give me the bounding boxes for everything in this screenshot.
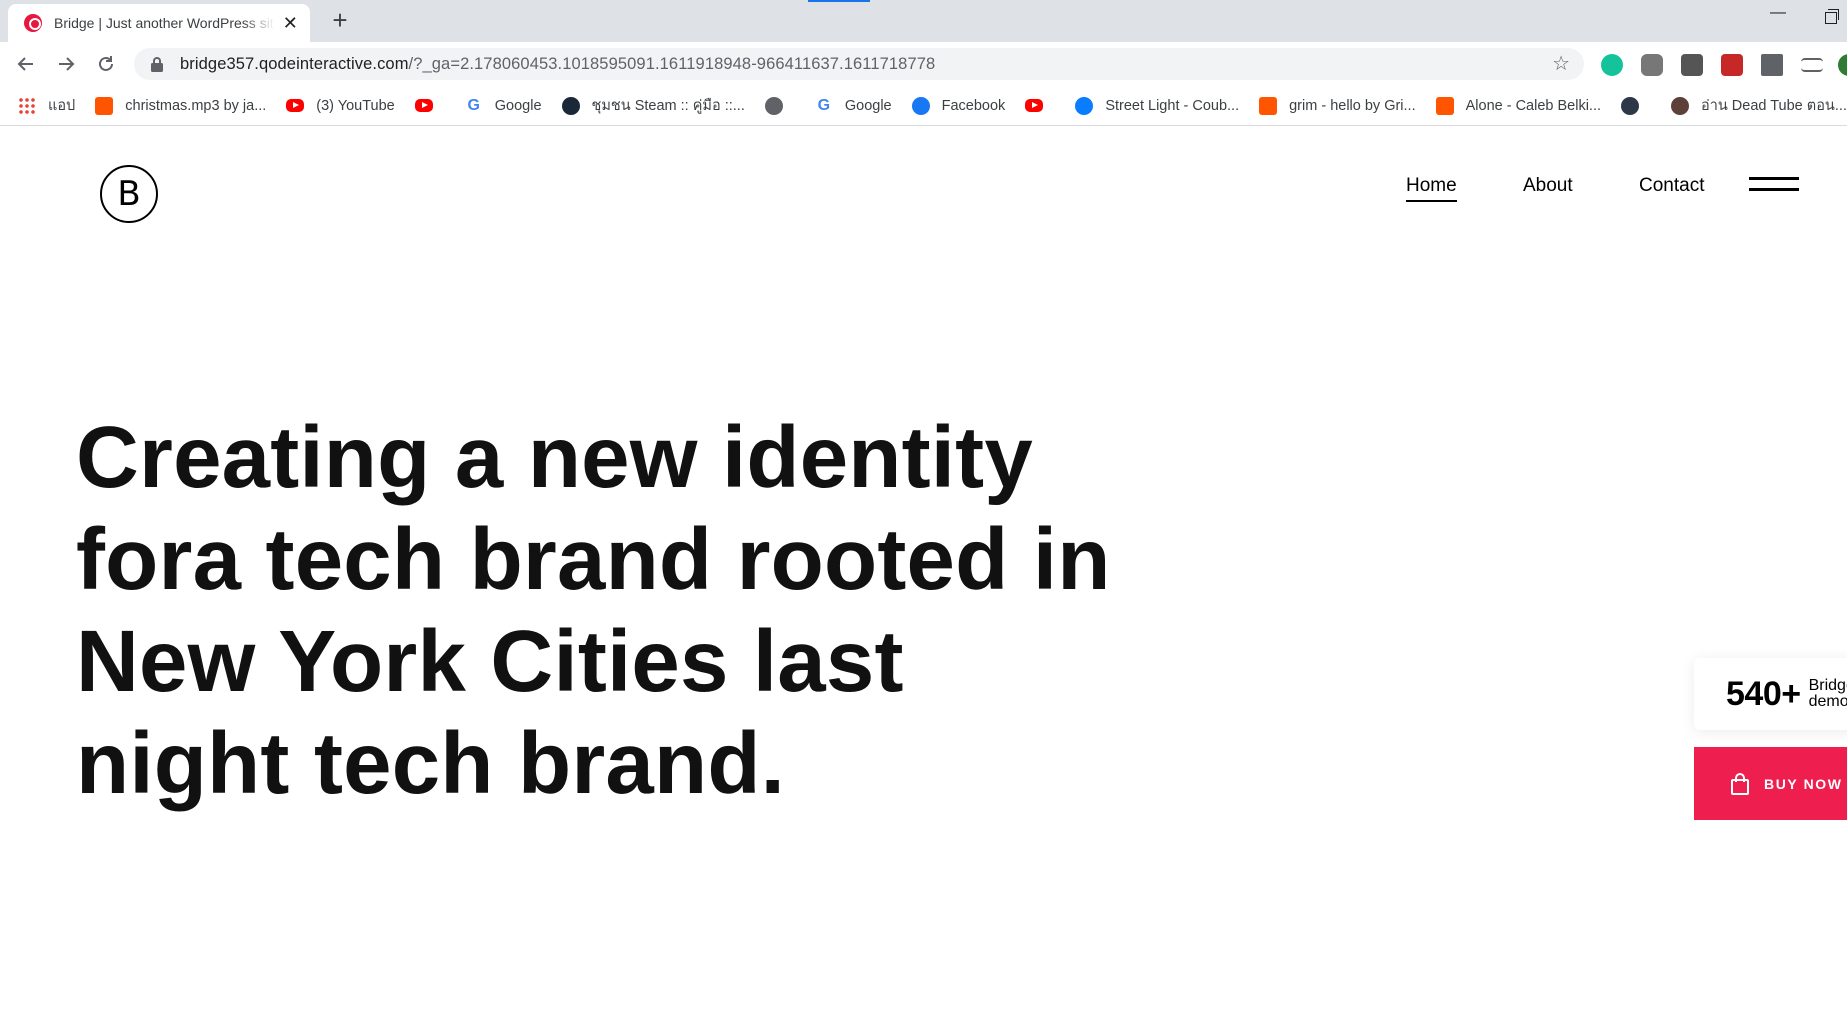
facebook-icon (911, 96, 930, 115)
bookmark-apps[interactable]: แอป (18, 94, 75, 117)
paw-icon (1671, 96, 1690, 115)
bookmark-google[interactable]: G Google (465, 97, 542, 115)
hero-heading: Creating a new identity fora tech brand … (76, 409, 1111, 812)
bookmark-label: grim - hello by Gri... (1289, 97, 1416, 114)
browser-tab[interactable]: Bridge | Just another WordPress site ✕ (8, 4, 310, 42)
reload-icon (99, 56, 113, 71)
nav-home-link[interactable]: Home (1406, 175, 1457, 202)
browser-toolbar: bridge357.qodeinteractive.com/?_ga=2.178… (0, 42, 1847, 86)
bookmark-dead-tube[interactable]: อ่าน Dead Tube ตอน... (1671, 94, 1847, 117)
bookmark-street-light[interactable]: Street Light - Coub... (1075, 96, 1240, 115)
youtube-icon (1025, 99, 1044, 112)
buy-now-button[interactable]: BUY NOW $ (1694, 747, 1847, 820)
buy-now-label: BUY NOW $ (1764, 775, 1847, 792)
forward-button[interactable] (52, 50, 80, 78)
forward-arrow-icon (59, 57, 75, 71)
soundcloud-icon (1435, 96, 1454, 115)
bookmark-grim[interactable]: grim - hello by Gri... (1259, 96, 1416, 115)
bookmark-youtube[interactable]: (3) YouTube (286, 97, 395, 114)
bookmark-label: Street Light - Coub... (1105, 97, 1240, 114)
youtube-icon (286, 99, 305, 112)
bridge-favicon-icon (24, 14, 42, 32)
globe-icon (764, 96, 783, 115)
website-page: B Home About Contact Creating a new iden… (0, 127, 1847, 1023)
messenger-icon (1075, 96, 1094, 115)
minimize-window-button[interactable]: — (1768, 4, 1788, 22)
demos-label: Bridge demos (1808, 677, 1847, 710)
bookmark-youtube-2[interactable] (414, 99, 445, 112)
url-text: bridge357.qodeinteractive.com/?_ga=2.178… (180, 55, 935, 74)
bookmark-label: Google (844, 97, 892, 114)
bookmark-facebook[interactable]: Facebook (911, 96, 1006, 115)
bookmarks-bar: แอป christmas.mp3 by ja... (3) YouTube G… (0, 86, 1847, 126)
new-tab-button[interactable]: + (326, 6, 354, 34)
tab-title: Bridge | Just another WordPress site (54, 15, 275, 31)
restore-window-button[interactable] (1825, 9, 1839, 24)
url-host: bridge357.qodeinteractive.com (180, 54, 409, 73)
bookmark-label: Google (494, 97, 542, 114)
bookmark-dark[interactable] (1621, 96, 1651, 115)
bookmark-steam[interactable]: ชุมชน Steam :: คู่มือ ::... (561, 94, 745, 117)
bookmark-label: Alone - Caleb Belki... (1465, 97, 1602, 114)
soundcloud-icon (95, 96, 114, 115)
media-queue-icon[interactable] (1801, 58, 1823, 72)
profile-avatar-icon[interactable] (1838, 54, 1847, 76)
apps-grid-icon (18, 96, 36, 115)
video-speed-extension-icon[interactable] (1721, 54, 1743, 76)
lock-icon (151, 57, 163, 72)
url-path: /?_ga=2.178060453.1018595091.1611918948-… (408, 54, 936, 73)
menu-hamburger-icon[interactable] (1749, 177, 1799, 197)
bookmark-alone[interactable]: Alone - Caleb Belki... (1435, 96, 1602, 115)
nav-contact-link[interactable]: Contact (1639, 175, 1704, 197)
demos-count-card[interactable]: 540+ Bridge demos (1694, 658, 1847, 730)
bookmark-christmas[interactable]: christmas.mp3 by ja... (95, 96, 267, 115)
bookmark-label: แอป (48, 98, 76, 114)
soundcloud-icon (1259, 96, 1278, 115)
bookmark-label: (3) YouTube (316, 97, 395, 114)
back-button[interactable] (12, 50, 40, 78)
bookmark-label: Facebook (941, 97, 1006, 114)
demos-count: 540+ (1726, 674, 1801, 713)
bookmark-youtube-3[interactable] (1025, 99, 1055, 112)
bookmark-globe[interactable] (764, 96, 795, 115)
main-navigation: Home About Contact (0, 175, 1847, 205)
extensions-puzzle-icon[interactable] (1761, 54, 1783, 76)
screenshot-extension-icon[interactable] (1681, 54, 1703, 76)
youtube-icon (414, 99, 433, 112)
grammarly-extension-icon[interactable] (1601, 54, 1623, 76)
bookmark-google-2[interactable]: G Google (815, 97, 892, 115)
nav-about-link[interactable]: About (1523, 175, 1573, 197)
google-icon: G (467, 96, 480, 114)
reload-button[interactable] (92, 50, 120, 78)
address-bar[interactable]: bridge357.qodeinteractive.com/?_ga=2.178… (134, 48, 1584, 80)
browser-tab-strip: Bridge | Just another WordPress site ✕ +… (0, 0, 1847, 42)
close-tab-icon[interactable]: ✕ (283, 14, 298, 32)
dark-circle-icon (1621, 96, 1640, 115)
bookmark-label: christmas.mp3 by ja... (125, 97, 267, 114)
back-arrow-icon (17, 57, 33, 71)
steam-icon (561, 96, 580, 115)
bookmark-label: ชุมชน Steam :: คู่มือ ::... (591, 98, 745, 114)
line-extension-icon[interactable] (1641, 54, 1663, 76)
shopping-bag-icon (1731, 772, 1749, 795)
bookmark-star-icon[interactable]: ☆ (1552, 54, 1570, 74)
bookmark-label: อ่าน Dead Tube ตอน... (1701, 98, 1847, 114)
google-icon: G (817, 96, 831, 114)
tab-loading-indicator (808, 0, 870, 2)
